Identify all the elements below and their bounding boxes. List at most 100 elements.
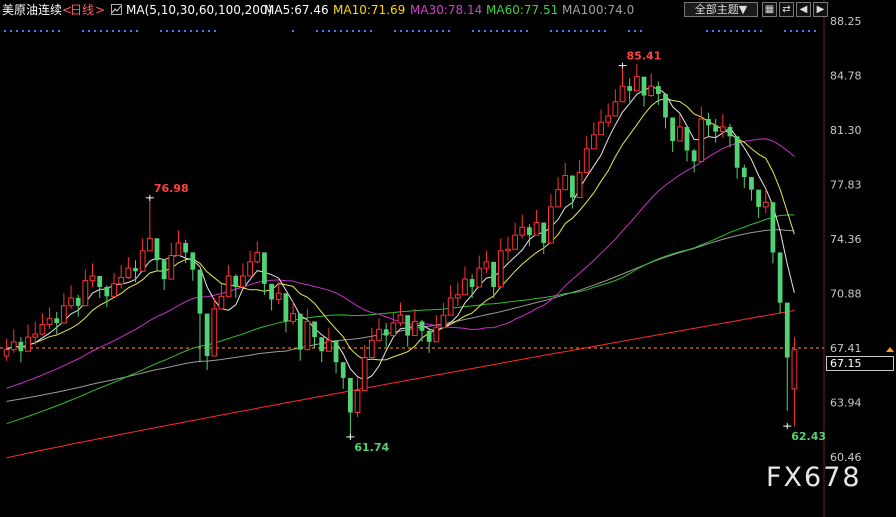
ma5-value: MA5:67.46 xyxy=(264,3,329,17)
header-dot xyxy=(4,30,6,32)
header-dot xyxy=(166,30,168,32)
header-dot xyxy=(334,30,336,32)
toolbar-next-button[interactable]: ▶ xyxy=(813,2,828,17)
all-themes-button[interactable]: 全部主题▼ xyxy=(684,2,758,17)
candle-body xyxy=(483,261,490,269)
candle-body xyxy=(734,136,740,168)
candle-body xyxy=(691,150,697,162)
header-dot xyxy=(742,30,744,32)
candle-body xyxy=(18,341,24,352)
candle-body xyxy=(204,313,210,356)
header-dot xyxy=(586,30,588,32)
header-dot xyxy=(508,30,510,32)
header-dot xyxy=(514,30,516,32)
extreme-label: 85.41 xyxy=(627,50,662,63)
header-dot xyxy=(184,30,186,32)
candle-body xyxy=(512,234,518,250)
candle-body xyxy=(440,314,447,329)
candle-body xyxy=(312,321,317,338)
ma10-value: MA10:71.69 xyxy=(333,3,406,17)
ma-params: MA(5,10,30,60,100,200) xyxy=(126,3,273,17)
header-dot xyxy=(178,30,180,32)
header-dot xyxy=(124,30,126,32)
candle-body xyxy=(706,119,711,126)
candle-body xyxy=(154,238,160,261)
candle-body xyxy=(89,275,96,282)
candlestick-chart[interactable]: 88.2584.7881.3077.8374.3670.8867.4163.94… xyxy=(0,0,896,517)
candle-body xyxy=(82,280,89,307)
header-dot xyxy=(202,30,204,32)
candle-body xyxy=(368,339,375,359)
candle-body xyxy=(548,206,554,244)
candle-body xyxy=(684,126,690,151)
header-dot xyxy=(574,30,576,32)
candle-body xyxy=(68,297,74,307)
y-tick-label: 63.94 xyxy=(830,396,862,409)
candle-body xyxy=(290,313,296,322)
candle-body xyxy=(111,283,117,297)
candle-body xyxy=(749,177,754,190)
header-dot xyxy=(22,30,24,32)
candle-body xyxy=(469,279,475,287)
period-label[interactable]: 日线 xyxy=(70,0,94,20)
header-dot xyxy=(568,30,570,32)
candle-body xyxy=(275,292,282,300)
candle-body xyxy=(719,126,726,133)
header-dot xyxy=(718,30,720,32)
header-dot xyxy=(784,30,786,32)
header-dot xyxy=(550,30,552,32)
candle-body xyxy=(304,320,311,351)
candle-body xyxy=(3,349,10,357)
candle-body xyxy=(46,317,53,326)
toolbar-prev-button[interactable]: ◀ xyxy=(796,2,811,17)
candle-body xyxy=(570,175,575,198)
header-dot xyxy=(364,30,366,32)
candle-body xyxy=(118,277,125,285)
header-dot xyxy=(430,30,432,32)
candle-body xyxy=(146,237,153,252)
candle-body xyxy=(777,252,783,303)
candle-body xyxy=(333,340,339,363)
header-dot xyxy=(172,30,174,32)
candle-body xyxy=(383,329,389,336)
candle-body xyxy=(168,255,175,280)
header-dot xyxy=(214,30,216,32)
current-price-box: 67.15 xyxy=(826,356,894,371)
candle-body xyxy=(419,321,425,331)
header-dot xyxy=(394,30,396,32)
header-dot xyxy=(808,30,810,32)
header-dot xyxy=(358,30,360,32)
header-dot xyxy=(400,30,402,32)
header-dot xyxy=(760,30,762,32)
header-dot xyxy=(520,30,522,32)
header-dot xyxy=(526,30,528,32)
candle-body xyxy=(32,333,39,338)
candle-body xyxy=(347,377,353,413)
y-tick-label: 77.83 xyxy=(830,178,862,191)
candle-body xyxy=(491,261,496,287)
header-dot xyxy=(58,30,60,32)
toolbar-swap-button[interactable]: ⇄ xyxy=(779,2,794,17)
candle-body xyxy=(211,308,218,357)
header-dot xyxy=(490,30,492,32)
header-dot xyxy=(130,30,132,32)
candle-body xyxy=(756,189,761,207)
ma-settings-icon[interactable] xyxy=(111,4,122,15)
y-tick-label: 74.36 xyxy=(830,233,862,246)
header-dot xyxy=(328,30,330,32)
period-next[interactable]: > xyxy=(95,0,105,20)
candle-body xyxy=(233,275,239,287)
candle-body xyxy=(676,126,683,142)
header-dot xyxy=(418,30,420,32)
candle-body xyxy=(541,222,547,244)
candle-body xyxy=(254,251,261,263)
header-dot xyxy=(196,30,198,32)
header-dot xyxy=(94,30,96,32)
price-marker-icon xyxy=(886,347,894,352)
candle-body xyxy=(562,175,569,191)
extreme-label: 76.98 xyxy=(154,182,189,195)
candle-body xyxy=(247,261,253,277)
toolbar-grid-button[interactable]: ▦ xyxy=(762,2,777,17)
header-dot xyxy=(424,30,426,32)
candle-body xyxy=(627,86,633,91)
